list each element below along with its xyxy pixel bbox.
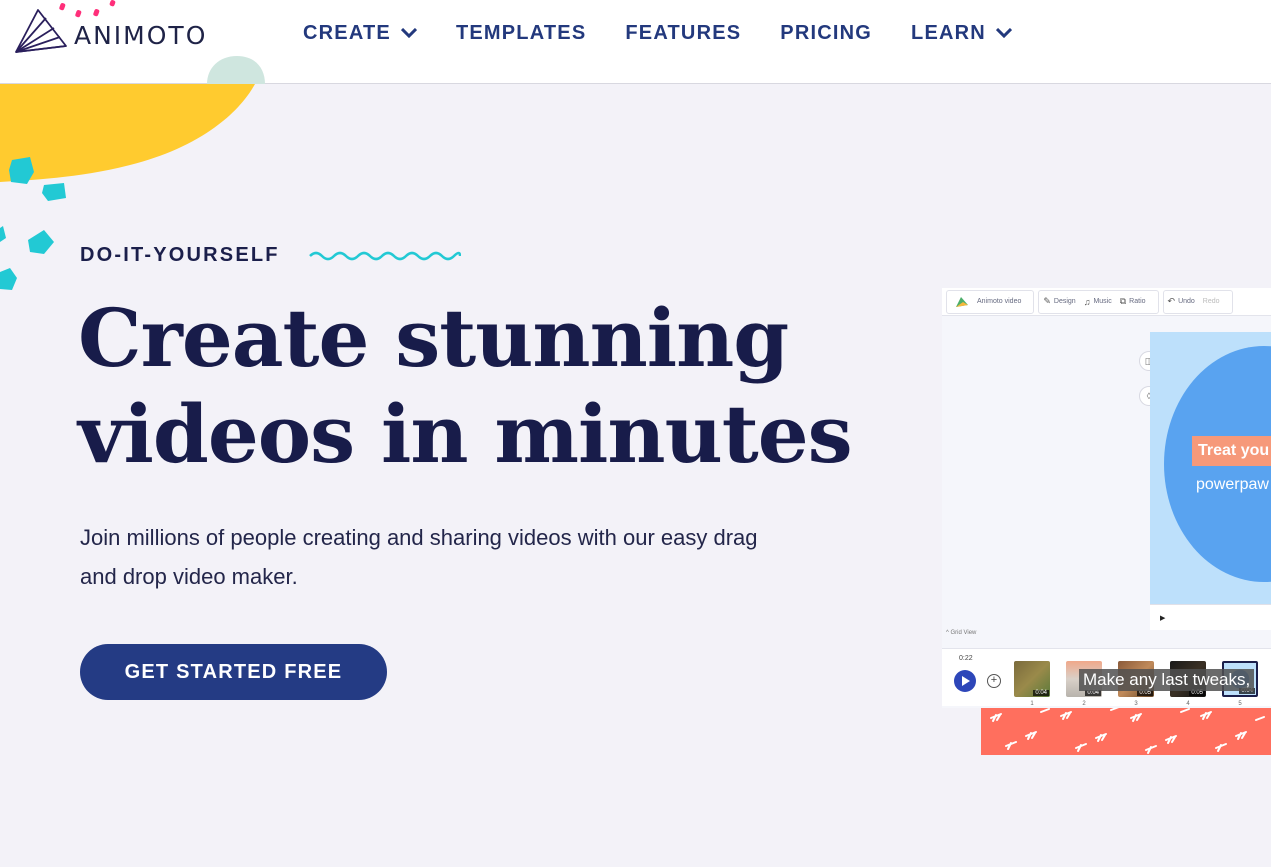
nav-learn[interactable]: LEARN bbox=[911, 20, 1012, 46]
nav-learn-label: LEARN bbox=[911, 21, 986, 44]
headline-line-2: videos in minutes bbox=[78, 387, 853, 481]
coral-pattern-strip bbox=[981, 706, 1271, 755]
nav-pricing[interactable]: PRICING bbox=[780, 20, 872, 46]
project-group: Animoto video bbox=[946, 289, 1035, 314]
design-icon: ✎ bbox=[1043, 296, 1051, 306]
ratio-icon: ⧉ bbox=[1119, 296, 1127, 306]
main-nav: CREATE TEMPLATES FEATURES PRICING LEARN bbox=[303, 20, 1051, 46]
grid-view-toggle[interactable]: ^ Grid View bbox=[946, 630, 976, 636]
grid-view-label: Grid View bbox=[950, 630, 977, 636]
teal-dash bbox=[28, 230, 54, 254]
scene-number: 4 bbox=[1186, 701, 1190, 707]
ratio-label: Ratio bbox=[1129, 298, 1146, 305]
music-button[interactable]: ♫ Music bbox=[1084, 297, 1112, 307]
redo-label: Redo bbox=[1202, 298, 1220, 305]
undo-label: Undo bbox=[1178, 298, 1195, 305]
chevron-down-icon bbox=[995, 28, 1012, 38]
pink-dots bbox=[59, 0, 116, 18]
subtext-line-2: and drop video maker. bbox=[80, 564, 298, 589]
scene-thumbnail-1[interactable]: 0:04 bbox=[1014, 661, 1050, 697]
ratio-button[interactable]: ⧉ Ratio bbox=[1120, 296, 1146, 307]
subtext-line-1: Join millions of people creating and sha… bbox=[80, 525, 758, 550]
teal-dash bbox=[0, 226, 6, 242]
canvas-subtitle: powerpaw bbox=[1196, 476, 1269, 493]
video-canvas[interactable]: Treat you powerpaw bbox=[1150, 332, 1271, 604]
site-header: ANIMOTO CREATE TEMPLATES FEATURES PRICIN… bbox=[0, 0, 1271, 84]
scene-number: 3 bbox=[1134, 701, 1138, 707]
nav-templates-label: TEMPLATES bbox=[455, 21, 587, 44]
hero-subtext: Join millions of people creating and sha… bbox=[80, 518, 880, 596]
undo-icon: ↶ bbox=[1167, 296, 1176, 306]
scene-number: 5 bbox=[1238, 701, 1242, 707]
timeline-time: 0:22 bbox=[959, 655, 973, 662]
yellow-blob bbox=[0, 84, 255, 182]
wave-icon bbox=[309, 251, 461, 261]
undo-button[interactable]: ↶ Undo bbox=[1168, 296, 1195, 307]
feather-pattern bbox=[990, 706, 1265, 754]
teal-dash bbox=[0, 268, 17, 290]
nav-pricing-label: PRICING bbox=[780, 21, 873, 44]
nav-create[interactable]: CREATE bbox=[303, 20, 417, 46]
design-button[interactable]: ✎ Design bbox=[1043, 296, 1075, 307]
design-label: Design bbox=[1053, 298, 1076, 305]
mini-play-icon[interactable]: ▶ bbox=[1160, 614, 1165, 622]
project-name[interactable]: Animoto video bbox=[977, 298, 1021, 305]
scene-duration: 0:04 bbox=[1033, 690, 1049, 696]
nav-templates[interactable]: TEMPLATES bbox=[456, 20, 586, 46]
nav-create-label: CREATE bbox=[303, 21, 391, 44]
nav-features-label: FEATURES bbox=[625, 21, 742, 44]
music-label: Music bbox=[1093, 298, 1112, 305]
redo-button[interactable]: Redo bbox=[1203, 298, 1220, 305]
editor-toolbar: Animoto video ✎ Design ♫ Music ⧉ Ratio ↶ Und… bbox=[942, 288, 1271, 316]
history-group: ↶ Undo Redo bbox=[1162, 289, 1233, 314]
mint-blob bbox=[207, 56, 265, 84]
video-caption: Make any last tweaks, bbox=[1079, 669, 1255, 691]
animoto-mini-logo-icon bbox=[956, 296, 968, 307]
teal-dash bbox=[42, 183, 66, 201]
timeline: 0:22 + 0:04 1 0:04 2 0:05 3 0:05 4 0:04 … bbox=[942, 648, 1271, 707]
canvas-title: Treat you bbox=[1192, 436, 1271, 466]
hero-headline: Create stunning videos in minutes bbox=[78, 290, 898, 482]
music-icon: ♫ bbox=[1083, 296, 1091, 307]
play-icon[interactable] bbox=[954, 670, 976, 692]
headline-line-1: Create stunning bbox=[78, 291, 789, 385]
chevron-down-icon bbox=[400, 28, 417, 38]
edit-group: ✎ Design ♫ Music ⧉ Ratio bbox=[1038, 289, 1159, 314]
brand-name: ANIMOTO bbox=[74, 20, 208, 50]
scene-number: 2 bbox=[1082, 701, 1086, 707]
canvas-player-bar: ▶ bbox=[1150, 604, 1271, 630]
scene-number: 1 bbox=[1030, 701, 1034, 707]
add-icon[interactable]: + bbox=[987, 674, 1001, 688]
nav-features[interactable]: FEATURES bbox=[625, 20, 741, 46]
editor-preview: Animoto video ✎ Design ♫ Music ⧉ Ratio ↶ Und… bbox=[942, 288, 1271, 708]
get-started-button[interactable]: GET STARTED FREE bbox=[80, 644, 387, 700]
